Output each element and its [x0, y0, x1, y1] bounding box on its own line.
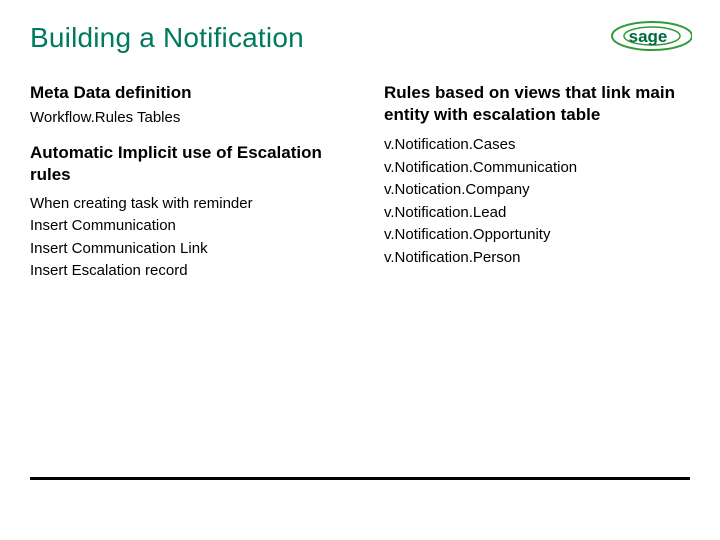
left-column: Meta Data definition Workflow.Rules Tabl…	[30, 82, 336, 283]
left-subheading-1: Workflow.Rules Tables	[30, 108, 336, 128]
content-columns: Meta Data definition Workflow.Rules Tabl…	[30, 82, 690, 283]
list-item: v.Notification.Lead	[384, 202, 690, 225]
slide: sage Building a Notification Meta Data d…	[0, 0, 720, 540]
list-item: v.Notification.Cases	[384, 134, 690, 157]
list-item: When creating task with reminder	[30, 193, 336, 216]
svg-text:sage: sage	[629, 27, 668, 46]
right-heading-1: Rules based on views that link main enti…	[384, 82, 690, 126]
list-item: Insert Communication	[30, 215, 336, 238]
list-item: v.Notication.Company	[384, 179, 690, 202]
left-heading-1: Meta Data definition	[30, 82, 336, 104]
list-item: v.Notification.Communication	[384, 157, 690, 180]
footer-divider	[30, 477, 690, 480]
right-column: Rules based on views that link main enti…	[384, 82, 690, 283]
list-item: Insert Escalation record	[30, 260, 336, 283]
slide-title: Building a Notification	[30, 22, 690, 54]
left-heading-2: Automatic Implicit use of Escalation rul…	[30, 142, 336, 186]
sage-logo: sage	[604, 18, 692, 54]
list-item: v.Notification.Person	[384, 247, 690, 270]
list-item: Insert Communication Link	[30, 238, 336, 261]
list-item: v.Notification.Opportunity	[384, 224, 690, 247]
